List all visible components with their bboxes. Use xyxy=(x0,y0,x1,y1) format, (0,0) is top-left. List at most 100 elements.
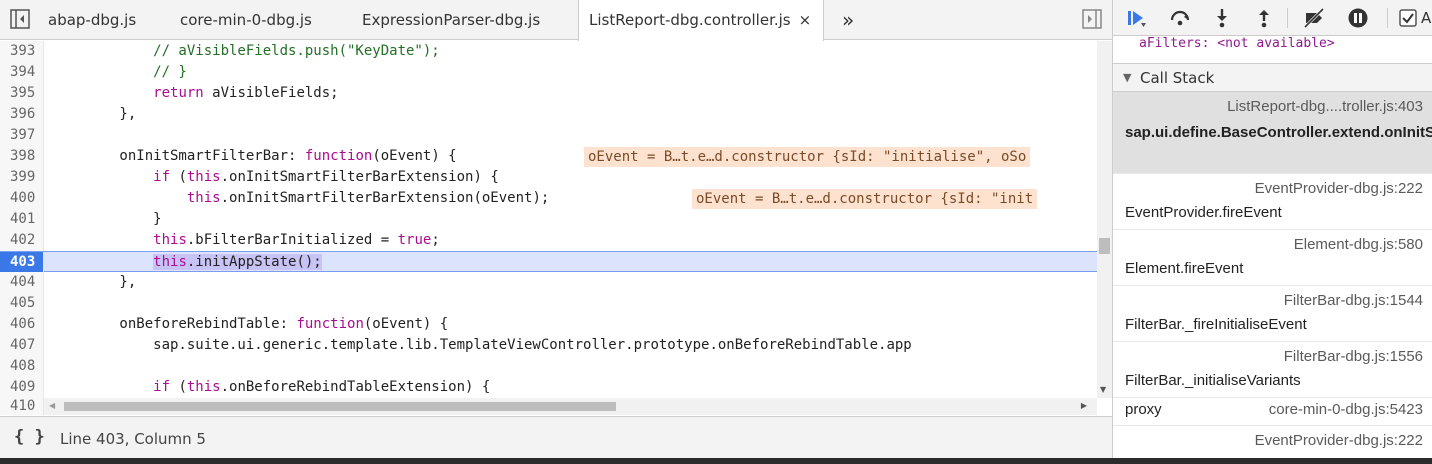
checkbox-checked-icon[interactable] xyxy=(1399,9,1417,27)
scroll-down-arrow-icon[interactable]: ▼ xyxy=(1100,385,1106,394)
current-execution-line: 403 this.initAppState(); xyxy=(0,251,1097,273)
code-text: return aVisibleFields; xyxy=(153,85,339,101)
code-text: onBeforeRebindTable: function(oEvent) { xyxy=(52,316,449,332)
pretty-print-icon[interactable]: { } xyxy=(14,427,45,447)
code-text: if (this.onBeforeRebindTableExtension) { xyxy=(153,379,491,395)
breakpoint-line-number[interactable]: 403 xyxy=(0,252,44,273)
scrollbar-thumb[interactable] xyxy=(64,402,616,411)
tab-overflow-icon[interactable]: » xyxy=(842,0,854,40)
code-text: this.onInitSmartFilterBarExtension(oEven… xyxy=(186,190,550,206)
scroll-right-arrow-icon[interactable]: ▶ xyxy=(1081,401,1087,410)
pause-on-exceptions-icon[interactable] xyxy=(1347,7,1369,29)
line-number[interactable]: 398 xyxy=(0,146,44,167)
code-line: 395 return aVisibleFields; xyxy=(0,83,1097,104)
line-number[interactable]: 408 xyxy=(0,356,44,377)
code-line: 405 xyxy=(0,293,1097,314)
frame-function: proxy xyxy=(1125,401,1162,418)
vertical-scrollbar[interactable]: ▼ xyxy=(1097,41,1112,398)
checkbox-label: A xyxy=(1421,9,1432,27)
call-frame[interactable]: EventProvider-dbg.js:222 xyxy=(1113,426,1432,458)
frame-location: EventProvider-dbg.js:222 xyxy=(1254,432,1423,449)
code-text: // aVisibleFields.push("KeyDate"); xyxy=(52,43,440,59)
scrollbar-thumb[interactable] xyxy=(1099,238,1110,254)
line-number[interactable]: 393 xyxy=(0,41,44,62)
deactivate-breakpoints-icon[interactable] xyxy=(1303,7,1325,29)
line-number[interactable]: 401 xyxy=(0,209,44,230)
call-frame[interactable]: FilterBar-dbg.js:1556 FilterBar._initial… xyxy=(1113,342,1432,398)
code-view[interactable]: 393 // aVisibleFields.push("KeyDate"); 3… xyxy=(0,41,1097,398)
tab-abap-dbg[interactable]: abap-dbg.js xyxy=(48,0,136,40)
code-line: 402 this.bFilterBarInitialized = true; xyxy=(0,230,1097,251)
code-line: 404 }, xyxy=(0,272,1097,293)
source-editor-pane: abap-dbg.js core-min-0-dbg.js Expression… xyxy=(0,0,1112,464)
window-bottom-edge xyxy=(0,458,1432,464)
frame-location: FilterBar-dbg.js:1556 xyxy=(1283,348,1423,365)
code-text: }, xyxy=(52,274,137,290)
frame-location: core-min-0-dbg.js:5423 xyxy=(1268,401,1423,418)
line-number[interactable]: 395 xyxy=(0,83,44,104)
call-frame[interactable]: Element-dbg.js:580 Element.fireEvent xyxy=(1113,230,1432,286)
call-frame[interactable]: EventProvider-dbg.js:222 EventProvider.f… xyxy=(1113,174,1432,230)
horizontal-scrollbar[interactable]: ◀ ▶ xyxy=(44,398,1097,415)
line-number[interactable]: 400 xyxy=(0,188,44,209)
code-text: this.bFilterBarInitialized = true; xyxy=(153,232,440,248)
tab-core-min-0-dbg[interactable]: core-min-0-dbg.js xyxy=(180,0,312,40)
frame-function: EventProvider.fireEvent xyxy=(1125,204,1282,221)
code-line: 399 if (this.onInitSmartFilterBarExtensi… xyxy=(0,167,1097,188)
expand-triangle-icon: ▼ xyxy=(1123,71,1132,84)
call-frame[interactable]: FilterBar-dbg.js:1544 FilterBar._fireIni… xyxy=(1113,286,1432,342)
line-number[interactable]: 394 xyxy=(0,62,44,83)
code-text: sap.suite.ui.generic.template.lib.Templa… xyxy=(52,337,912,353)
cursor-position: Line 403, Column 5 xyxy=(60,430,206,448)
frame-function: Element.fireEvent xyxy=(1125,260,1244,277)
scope-variable-row: aFilters: <not available> xyxy=(1113,36,1432,64)
scroll-left-arrow-icon[interactable]: ◀ xyxy=(49,401,55,410)
code-line: 394 // } xyxy=(0,62,1097,83)
call-frame[interactable]: ListReport-dbg....troller.js:403 sap.ui.… xyxy=(1113,92,1432,174)
code-line: 396 }, xyxy=(0,104,1097,125)
call-frame[interactable]: core-min-0-dbg.js:5423 proxy xyxy=(1113,398,1432,426)
code-line: 407 sap.suite.ui.generic.template.lib.Te… xyxy=(0,335,1097,356)
inline-value-oevent: oEvent = B…t.e…d.constructor {sId: "init xyxy=(692,189,1038,209)
tab-label: ExpressionParser-dbg.js xyxy=(362,11,541,29)
tab-label: ListReport-dbg.controller.js xyxy=(589,11,791,29)
frame-location: FilterBar-dbg.js:1544 xyxy=(1283,292,1423,309)
line-number[interactable]: 396 xyxy=(0,104,44,125)
line-number[interactable]: 402 xyxy=(0,230,44,251)
line-number[interactable]: 399 xyxy=(0,167,44,188)
line-number[interactable]: 410 xyxy=(0,398,44,415)
tab-listreport-dbg-controller[interactable]: ListReport-dbg.controller.js × xyxy=(578,0,825,41)
frame-function: sap.ui.define.BaseController.extend.onIn… xyxy=(1125,124,1432,141)
line-number[interactable]: 404 xyxy=(0,272,44,293)
resume-icon[interactable] xyxy=(1125,7,1147,29)
tab-expressionparser-dbg[interactable]: ExpressionParser-dbg.js xyxy=(362,0,540,40)
toolbar-divider xyxy=(1387,8,1388,28)
frame-location: Element-dbg.js:580 xyxy=(1293,236,1423,253)
frame-function: FilterBar._fireInitialiseEvent xyxy=(1125,316,1307,333)
debugger-sidebar: A aFilters: <not available> ▼ Call Stack… xyxy=(1112,0,1432,458)
call-stack-header[interactable]: ▼ Call Stack xyxy=(1113,64,1432,92)
code-line: 397 xyxy=(0,125,1097,146)
close-tab-icon[interactable]: × xyxy=(799,11,812,29)
toggle-debugger-sidebar-icon[interactable] xyxy=(1081,8,1103,30)
frame-function: FilterBar._initialiseVariants xyxy=(1125,372,1301,389)
line-number[interactable]: 406 xyxy=(0,314,44,335)
step-over-icon[interactable] xyxy=(1169,7,1191,29)
code-text: this.initAppState(); xyxy=(153,254,322,270)
step-out-icon[interactable] xyxy=(1253,7,1275,29)
code-text: onInitSmartFilterBar: function(oEvent) { xyxy=(52,148,457,164)
code-line: 393 // aVisibleFields.push("KeyDate"); xyxy=(0,41,1097,62)
code-text: if (this.onInitSmartFilterBarExtension) … xyxy=(153,169,499,185)
tab-label: core-min-0-dbg.js xyxy=(180,11,312,29)
step-into-icon[interactable] xyxy=(1211,7,1233,29)
code-line: 400 this.onInitSmartFilterBarExtension(o… xyxy=(0,188,1097,209)
inline-value-oevent: oEvent = B…t.e…d.constructor {sId: "init… xyxy=(584,147,1031,167)
code-text: } xyxy=(52,211,162,227)
line-number[interactable]: 409 xyxy=(0,377,44,398)
line-number[interactable]: 397 xyxy=(0,125,44,146)
toggle-navigator-icon[interactable] xyxy=(9,8,31,30)
frame-location: EventProvider-dbg.js:222 xyxy=(1254,180,1423,197)
line-number[interactable]: 407 xyxy=(0,335,44,356)
code-line: 408 xyxy=(0,356,1097,377)
line-number[interactable]: 405 xyxy=(0,293,44,314)
